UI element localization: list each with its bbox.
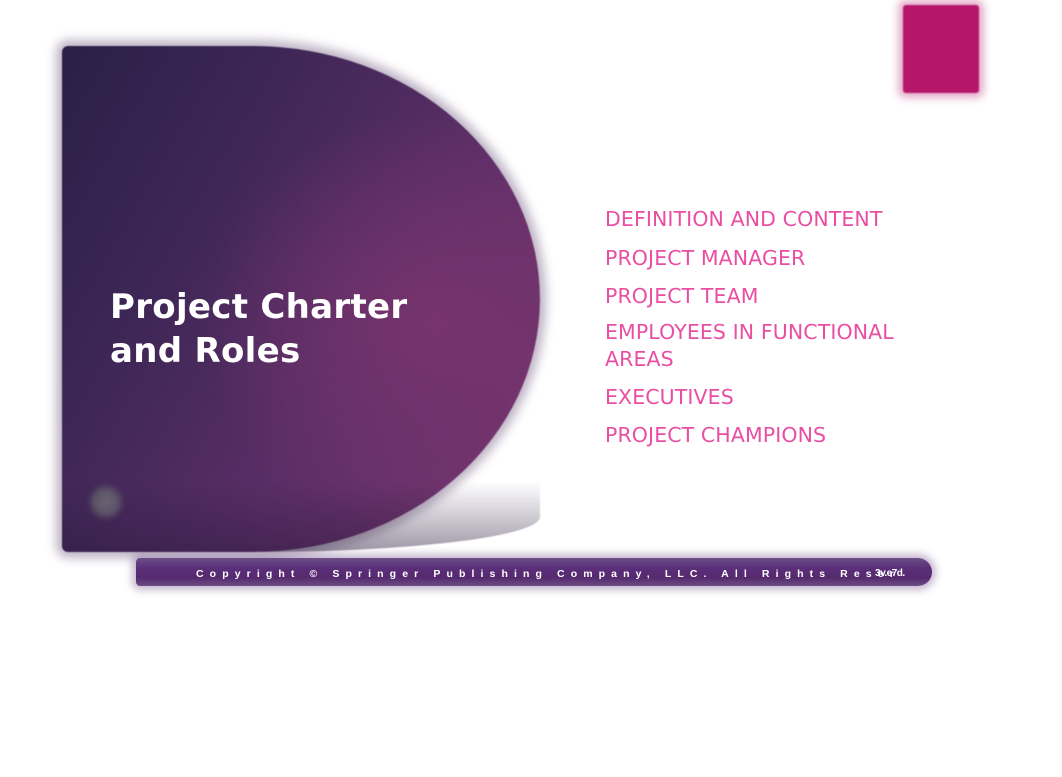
slide-title: Project Charter and Roles [110,287,408,371]
copyright-text: Copyright © Springer Publishing Company,… [196,568,900,580]
agenda-item-project-team: PROJECT TEAM [605,284,759,308]
agenda-item-project-manager: PROJECT MANAGER [605,246,806,270]
decorative-circle-icon [88,484,124,520]
agenda-item-executives: EXECUTIVES [605,385,734,409]
copyright-tail: v.e7d. [880,568,905,579]
agenda-item-definition-and-content: DEFINITION AND CONTENT [605,207,883,231]
slide-number-overlap: 3v.e7d. [875,568,905,580]
agenda-item-project-champions: PROJECT CHAMPIONS [605,423,827,447]
slide: Project Charter and Roles DEFINITION AND… [0,0,1062,777]
agenda-item-employees-in-functional-areas: EMPLOYEES IN FUNCTIONAL AREAS [605,320,894,371]
accent-block [903,5,979,93]
